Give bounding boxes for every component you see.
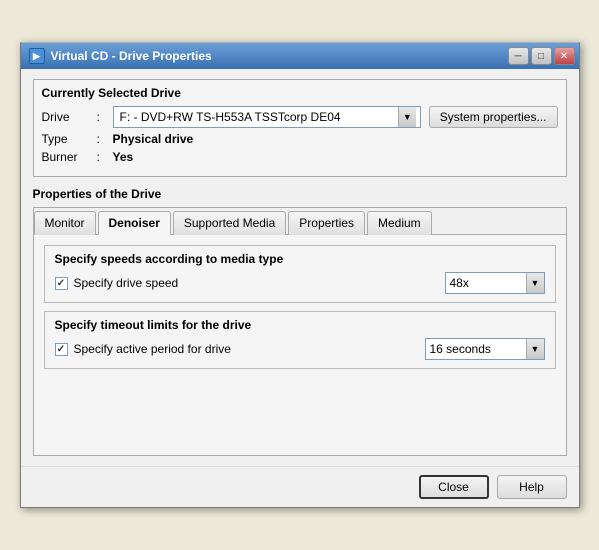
drive-dropdown[interactable]: F: - DVD+RW TS-H553A TSSTcorp DE04 ▼ xyxy=(113,106,421,128)
drive-select-container: F: - DVD+RW TS-H553A TSSTcorp DE04 ▼ Sys… xyxy=(113,106,558,128)
speeds-checkbox-row: Specify drive speed 48x ▼ xyxy=(55,272,545,294)
timeout-group: Specify timeout limits for the drive Spe… xyxy=(44,311,556,369)
tab-monitor-label: Monitor xyxy=(45,216,85,230)
burner-value: Yes xyxy=(113,150,134,164)
tab-medium[interactable]: Medium xyxy=(367,211,432,235)
speeds-group-label: Specify speeds according to media type xyxy=(55,252,545,266)
tab-denoiser[interactable]: Denoiser xyxy=(98,211,171,235)
currently-selected-drive-label: Currently Selected Drive xyxy=(42,80,558,100)
tab-supported-media[interactable]: Supported Media xyxy=(173,211,286,235)
tab-medium-label: Medium xyxy=(378,216,421,230)
main-content: Currently Selected Drive Drive : F: - DV… xyxy=(21,69,579,466)
timeout-dropdown[interactable]: 16 seconds ▼ xyxy=(425,338,545,360)
speeds-dropdown-arrow[interactable]: ▼ xyxy=(526,273,544,293)
help-button[interactable]: Help xyxy=(497,475,567,499)
timeout-group-label: Specify timeout limits for the drive xyxy=(55,318,545,332)
maximize-button[interactable]: □ xyxy=(531,47,552,65)
tab-monitor[interactable]: Monitor xyxy=(34,211,96,235)
tab-denoiser-label: Denoiser xyxy=(109,216,160,230)
burner-row: Burner : Yes xyxy=(42,150,558,164)
timeout-checkbox-row: Specify active period for drive 16 secon… xyxy=(55,338,545,360)
speeds-dropdown[interactable]: 48x ▼ xyxy=(445,272,545,294)
minimize-button[interactable]: ─ xyxy=(508,47,529,65)
speeds-dropdown-value: 48x xyxy=(446,276,526,290)
tab-properties-label: Properties xyxy=(299,216,354,230)
title-bar: ▶ Virtual CD - Drive Properties ─ □ ✕ xyxy=(21,43,579,69)
speeds-checkbox[interactable] xyxy=(55,277,68,290)
type-colon: : xyxy=(97,132,113,146)
drive-label: Drive xyxy=(42,110,97,124)
title-controls: ─ □ ✕ xyxy=(508,47,575,65)
timeout-checkbox-label: Specify active period for drive xyxy=(74,342,231,356)
currently-selected-drive-group: Currently Selected Drive Drive : F: - DV… xyxy=(33,79,567,177)
title-bar-text: ▶ Virtual CD - Drive Properties xyxy=(29,48,212,64)
timeout-dropdown-arrow[interactable]: ▼ xyxy=(526,339,544,359)
speeds-checkbox-left: Specify drive speed xyxy=(55,276,179,290)
drive-dropdown-arrow[interactable]: ▼ xyxy=(398,107,416,127)
type-value: Physical drive xyxy=(113,132,194,146)
timeout-checkbox-left: Specify active period for drive xyxy=(55,342,231,356)
burner-label: Burner xyxy=(42,150,97,164)
system-properties-button[interactable]: System properties... xyxy=(429,106,558,128)
drive-row: Drive : F: - DVD+RW TS-H553A TSSTcorp DE… xyxy=(42,106,558,128)
type-row: Type : Physical drive xyxy=(42,132,558,146)
app-icon: ▶ xyxy=(29,48,45,64)
tab-properties[interactable]: Properties xyxy=(288,211,365,235)
drive-colon: : xyxy=(97,110,113,124)
window: ▶ Virtual CD - Drive Properties ─ □ ✕ Cu… xyxy=(20,42,580,508)
tabs-container: Monitor Denoiser Supported Media Propert… xyxy=(34,208,566,455)
drive-dropdown-value: F: - DVD+RW TS-H553A TSSTcorp DE04 xyxy=(118,110,341,124)
window-title: Virtual CD - Drive Properties xyxy=(51,49,212,63)
properties-section-label: Properties of the Drive xyxy=(33,185,567,203)
timeout-checkbox[interactable] xyxy=(55,343,68,356)
speeds-checkbox-label: Specify drive speed xyxy=(74,276,179,290)
tabs-row: Monitor Denoiser Supported Media Propert… xyxy=(34,208,566,235)
close-dialog-button[interactable]: Close xyxy=(419,475,489,499)
type-label: Type xyxy=(42,132,97,146)
properties-section: Monitor Denoiser Supported Media Propert… xyxy=(33,207,567,456)
denoiser-tab-content: Specify speeds according to media type S… xyxy=(34,235,566,455)
timeout-dropdown-value: 16 seconds xyxy=(426,342,526,356)
close-button[interactable]: ✕ xyxy=(554,47,575,65)
burner-colon: : xyxy=(97,150,113,164)
footer: Close Help xyxy=(21,466,579,507)
tab-supported-media-label: Supported Media xyxy=(184,216,275,230)
speeds-group: Specify speeds according to media type S… xyxy=(44,245,556,303)
